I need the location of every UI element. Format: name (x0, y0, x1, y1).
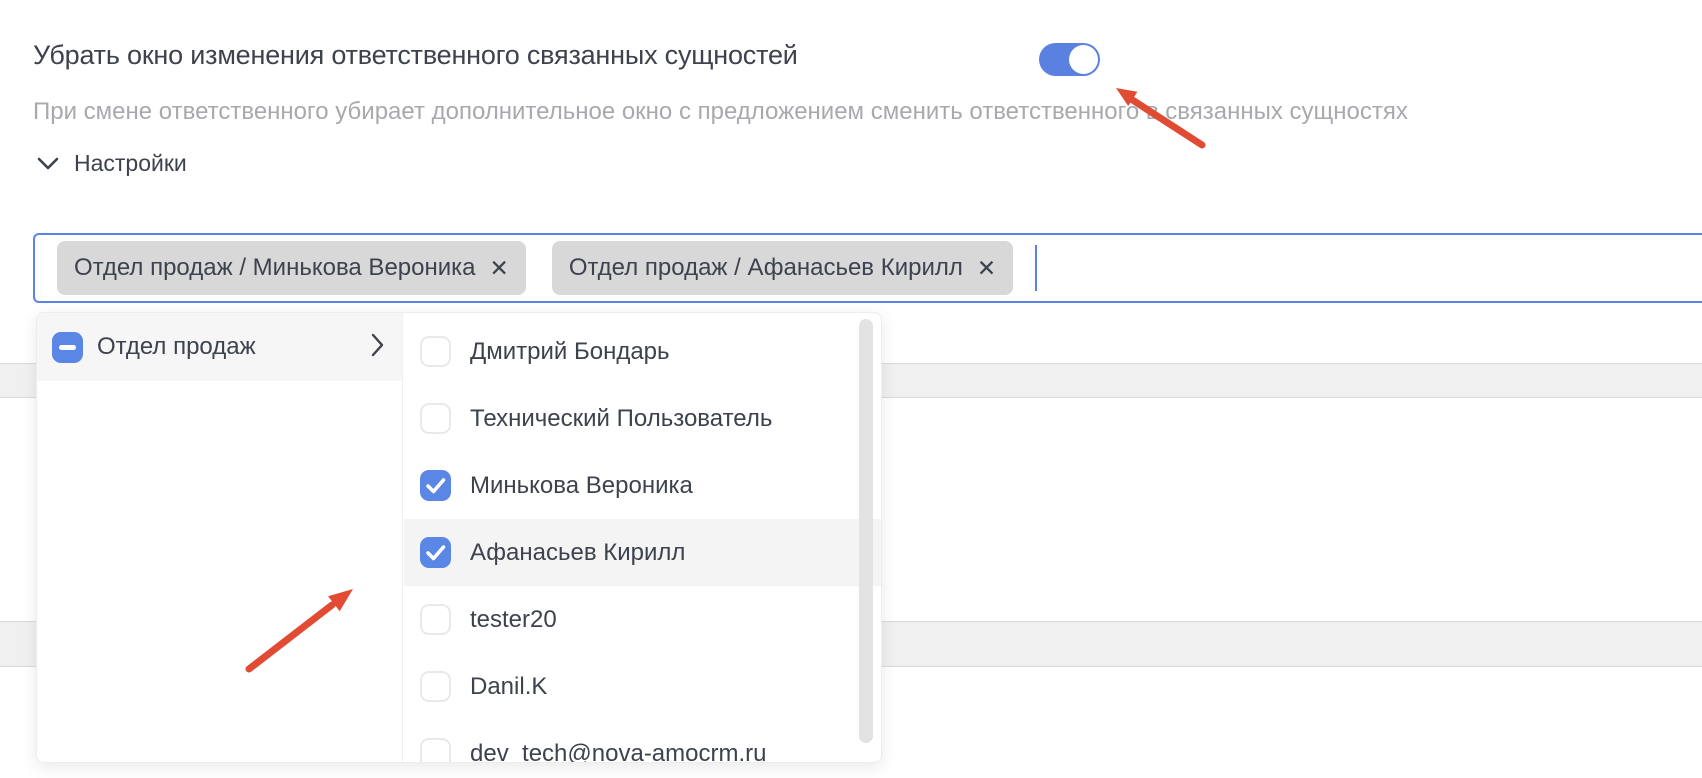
user-row[interactable]: Минькова Вероника (404, 452, 881, 519)
user-name-label: dev_tech@nova-amocrm.ru (470, 739, 767, 763)
selected-tag[interactable]: Отдел продаж / Минькова Вероника ✕ (57, 241, 526, 295)
group-label: Отдел продаж (97, 333, 256, 360)
responsible-users-multiselect-input[interactable]: Отдел продаж / Минькова Вероника ✕ Отдел п… (33, 233, 1702, 303)
minus-icon (59, 344, 76, 350)
dropdown-groups-column: Отдел продаж (37, 313, 403, 762)
remove-tag-icon[interactable]: ✕ (490, 256, 509, 280)
user-row[interactable]: Дмитрий Бондарь (404, 318, 881, 385)
user-name-label: Афанасьев Кирилл (470, 538, 686, 566)
page-description: При смене ответственного убирает дополни… (33, 98, 1408, 125)
user-list: Дмитрий Бондарь Технический Пользователь М… (404, 318, 881, 763)
checkbox-unchecked-icon[interactable] (420, 403, 451, 434)
remove-tag-icon[interactable]: ✕ (977, 256, 996, 280)
user-picker-dropdown: Отдел продаж Дмитрий Бондарь Технический … (36, 312, 882, 763)
user-row[interactable]: Danil.K (404, 653, 881, 720)
toggle-knob (1069, 45, 1098, 74)
checkbox-unchecked-icon[interactable] (420, 738, 451, 762)
chevron-down-icon (37, 157, 59, 170)
user-name-label: Danil.K (470, 672, 548, 700)
selected-tags: Отдел продаж / Минькова Вероника ✕ Отдел п… (57, 241, 1014, 295)
page-title: Убрать окно изменения ответственного свя… (33, 40, 798, 70)
dropdown-users-column: Дмитрий Бондарь Технический Пользователь М… (404, 313, 881, 762)
user-name-label: tester20 (470, 605, 557, 633)
checkbox-checked-icon[interactable] (420, 470, 451, 501)
user-name-label: Минькова Вероника (470, 471, 693, 499)
settings-section-header[interactable]: Настройки (37, 150, 187, 177)
group-checkbox-indeterminate[interactable] (52, 331, 83, 363)
user-row[interactable]: tester20 (404, 586, 881, 653)
user-row[interactable]: Технический Пользователь (404, 385, 881, 452)
selected-tag[interactable]: Отдел продаж / Афанасьев Кирилл ✕ (551, 241, 1014, 295)
user-row[interactable]: dev_tech@nova-amocrm.ru (404, 720, 881, 763)
settings-section-label: Настройки (74, 150, 187, 176)
user-row[interactable]: Афанасьев Кирилл (404, 519, 881, 586)
checkbox-unchecked-icon[interactable] (420, 604, 451, 635)
text-caret (1035, 245, 1038, 291)
checkbox-checked-icon[interactable] (420, 537, 451, 568)
user-name-label: Технический Пользователь (470, 404, 773, 432)
checkbox-unchecked-icon[interactable] (420, 671, 451, 702)
feature-toggle[interactable] (1039, 43, 1100, 76)
selected-tag-label: Отдел продаж / Афанасьев Кирилл (568, 254, 963, 281)
chevron-right-icon (371, 333, 384, 362)
settings-page: { "colors": { "accent_blue": "#5a80e0", … (0, 0, 1702, 778)
dropdown-scrollbar-thumb[interactable] (859, 319, 873, 743)
group-row-sales-department[interactable]: Отдел продаж (37, 313, 402, 381)
checkbox-unchecked-icon[interactable] (420, 336, 451, 367)
selected-tag-label: Отдел продаж / Минькова Вероника (74, 254, 476, 281)
user-name-label: Дмитрий Бондарь (470, 337, 670, 365)
